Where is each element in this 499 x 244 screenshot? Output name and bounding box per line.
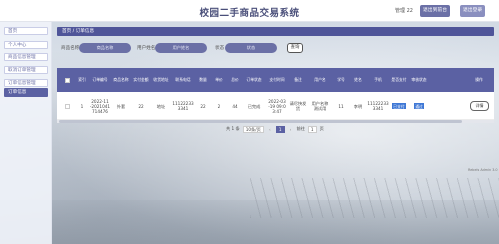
cell-phone: 11122233 3341 (172, 101, 194, 111)
col-header[interactable]: 学号 (333, 68, 349, 92)
cell-order-no: 2022-11 -2021041 714476 (89, 98, 111, 114)
background-fence (250, 178, 499, 218)
col-header: 索引 (78, 76, 86, 82)
front-page-button[interactable]: 退出到前台 (420, 5, 450, 17)
sidebar-item-home[interactable]: 首页 (4, 27, 48, 35)
search-bar: 商品名称 商品名称 用户姓名 用户姓名 状态 状态 查询 (57, 40, 494, 55)
search-label-product: 商品名称 (61, 46, 80, 51)
col-header[interactable]: 单价 (211, 68, 227, 92)
select-all-checkbox[interactable] (61, 68, 73, 92)
cell-review: 通过 (409, 92, 429, 120)
background-ground (0, 200, 499, 244)
cell-note: 请尽快发货 (289, 101, 307, 111)
cell-address: 地址 (156, 103, 166, 109)
sidebar-subitem-order-info[interactable]: 订单信息 (4, 88, 48, 97)
cell-index: 1 (80, 103, 84, 109)
goto-unit: 页 (319, 126, 324, 131)
breadcrumb-text: 首页 / 订单信息 (62, 28, 94, 35)
next-page-icon[interactable]: › (288, 127, 294, 132)
breadcrumb-sep: / (72, 29, 75, 34)
table-header: 索引 订单编号 商品名称 实付金额 收货地址 联系电话 数量 单价 总价 订单状… (57, 68, 494, 92)
col-header[interactable]: 手机 (367, 68, 389, 92)
col-header[interactable]: 订单状态 (243, 68, 265, 92)
col-header[interactable]: 是否支付 (389, 68, 409, 92)
col-header[interactable]: 订单编号 (89, 68, 111, 92)
cell-product: 外套 (116, 103, 126, 109)
footer-note: Rebels Admin 3.0 (468, 168, 498, 172)
col-header[interactable]: 审核状态 (409, 68, 429, 92)
col-header[interactable]: 实付金额 (131, 68, 151, 92)
detail-button[interactable]: 详情 (470, 101, 489, 111)
sidebar-item-profile[interactable]: 个人中心 (4, 41, 48, 49)
breadcrumb: 首页 / 订单信息 (57, 27, 494, 36)
cell-student-no: 11 (338, 103, 344, 109)
pagination: 共 1 条 10条/页 ‹ 1 › 前往 1 页 (226, 125, 324, 133)
col-header[interactable]: 总价 (227, 68, 243, 92)
col-header[interactable]: 商品名称 (111, 68, 131, 92)
cell-status: 已完成 (247, 103, 261, 109)
cell-username: 用户名称 测试用 (311, 101, 329, 111)
cell-unit-price: 2 (217, 103, 221, 109)
logout-button[interactable]: 退出登录 (460, 5, 486, 17)
sidebar-item-products[interactable]: 商品信息管理 (4, 53, 48, 61)
page-size-select[interactable]: 10条/页 (242, 125, 264, 133)
cell-mobile: 11122233 3341 (367, 101, 389, 111)
top-bar: 校园二手商品交易系统 管理 22 退出到前台 退出登录 (0, 0, 499, 22)
breadcrumb-current: 订单信息 (75, 29, 95, 34)
col-header: 操作 (475, 76, 483, 82)
cell-is-paid: 已支付 (389, 92, 409, 120)
cell-name: 李明 (353, 103, 363, 109)
col-header[interactable]: 收货地址 (151, 68, 171, 92)
review-status-badge: 通过 (414, 103, 424, 109)
user-name-input[interactable]: 用户姓名 (155, 43, 207, 53)
col-header[interactable]: 用户名 (307, 68, 333, 92)
col-header[interactable]: 姓名 (349, 68, 367, 92)
search-button[interactable]: 查询 (287, 43, 303, 53)
search-label-user: 用户姓名 (137, 46, 156, 51)
sidebar-item-orders[interactable]: 订单信息管理 (4, 79, 48, 87)
horizontal-scrollbar[interactable] (57, 120, 494, 123)
table-row: 1 2022-11 -2021041 714476 外套 22 地址 11122… (57, 92, 494, 120)
col-header[interactable]: 联系电话 (171, 68, 195, 92)
breadcrumb-home[interactable]: 首页 (62, 29, 71, 34)
col-header[interactable]: 支付时间 (265, 68, 289, 92)
orders-table: 索引 订单编号 商品名称 实付金额 收货地址 联系电话 数量 单价 总价 订单状… (57, 68, 494, 123)
current-user-label: 管理 22 (395, 8, 413, 14)
cell-total: 44 (232, 103, 238, 109)
pagination-total: 共 1 条 (226, 126, 240, 131)
sidebar-item-cancel-orders[interactable]: 取消订单管理 (4, 66, 48, 74)
cell-pay-time: 2022-03 -19 09:0 3:47 (268, 98, 286, 114)
scrollbar-thumb[interactable] (59, 120, 462, 123)
col-header[interactable]: 数量 (195, 68, 211, 92)
row-checkbox[interactable] (61, 92, 73, 120)
goto-label: 前往 (296, 126, 305, 131)
cell-qty: 22 (200, 103, 206, 109)
prev-page-icon[interactable]: ‹ (267, 127, 273, 132)
search-label-status: 状态 (215, 46, 225, 51)
goto-page-input[interactable]: 1 (307, 125, 317, 133)
cell-paid: 22 (138, 103, 144, 109)
product-name-input[interactable]: 商品名称 (79, 43, 131, 53)
status-input[interactable]: 状态 (225, 43, 277, 53)
paid-status-badge: 已支付 (392, 103, 406, 109)
sidebar: 首页 个人中心 商品信息管理 取消订单管理 订单信息管理 订单信息 (0, 22, 52, 244)
col-header[interactable]: 备注 (289, 68, 307, 92)
page-number[interactable]: 1 (275, 125, 285, 133)
